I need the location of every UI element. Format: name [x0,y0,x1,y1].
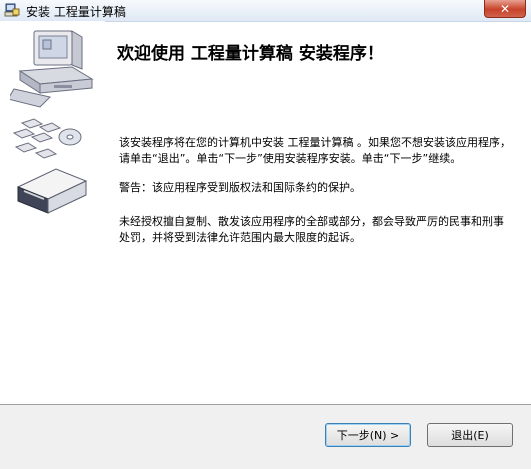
side-graphic-panel [0,21,105,404]
welcome-content: 欢迎使用 工程量计算稿 安装程序！ 该安装程序将在您的计算机中安装 工程量计算稿… [107,21,531,404]
warning-text: 警告：该应用程序受到版权法和国际条约的保护。 [119,181,361,194]
close-button[interactable]: ✕ [484,0,526,18]
next-button[interactable]: 下一步(N) > [325,423,411,447]
computer-and-discs-illustration [10,30,94,214]
copyright-text: 未经授权擅自复制、散发该应用程序的全部或部分，都会导致严厉的民事和刑事处罚，并将… [119,215,504,244]
installer-icon [4,3,20,17]
close-icon: ✕ [499,1,511,16]
page-title: 欢迎使用 工程量计算稿 安装程序！ [117,44,384,64]
exit-button[interactable]: 退出(E) [427,423,513,447]
title-bar: 安装 工程量计算稿 ✕ [0,0,531,22]
intro-text: 该安装程序将在您的计算机中安装 工程量计算稿 。如果您不想安装该应用程序，请单击… [119,136,511,165]
window-title: 安装 工程量计算稿 [26,5,126,19]
